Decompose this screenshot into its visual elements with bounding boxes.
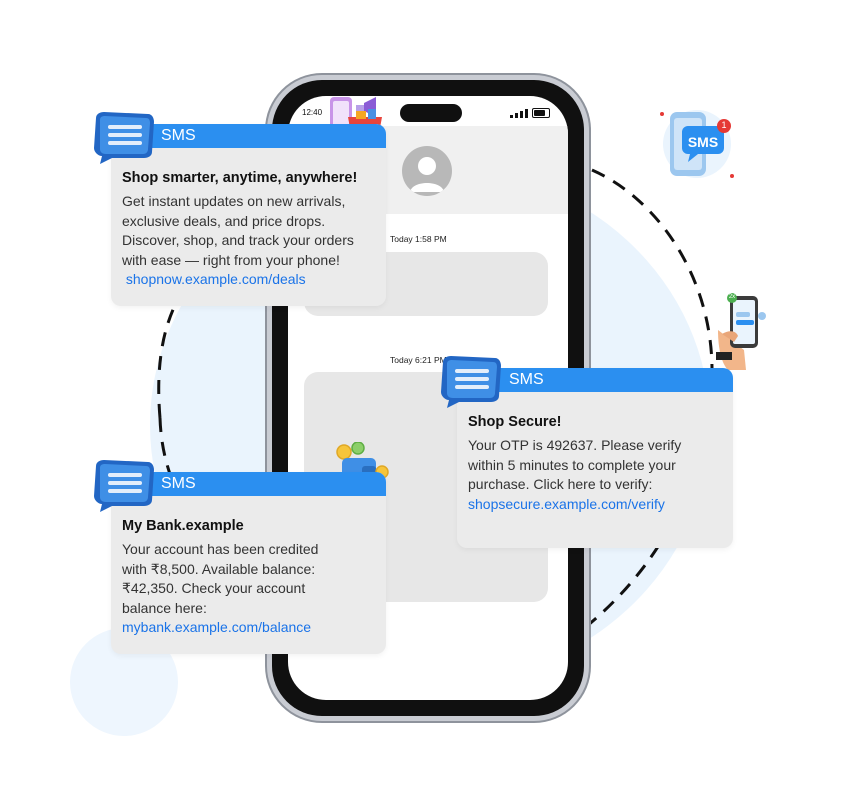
- sms-card-line: with ease — right from your phone!: [122, 251, 340, 268]
- sms-card-link[interactable]: mybank.example.com/balance: [122, 618, 378, 638]
- sms-card-line: Discover, shop, and track your orders: [122, 232, 354, 248]
- notification-count: 1: [721, 120, 727, 130]
- sms-card-line: Your OTP is 492637. Please verify: [468, 437, 682, 453]
- sms-card-title: My Bank.example: [122, 518, 244, 534]
- sms-card-link[interactable]: shopnow.example.com/deals: [122, 270, 378, 290]
- status-time: 12:40: [302, 108, 323, 117]
- sms-notification-badge: SMS 1: [660, 108, 734, 180]
- hand-holding-phone: 2x: [712, 290, 768, 370]
- sms-card-line: Your account has been credited: [122, 541, 319, 557]
- sms-card-line: Get instant updates on new arrivals,: [122, 193, 346, 209]
- sms-card-line: purchase. Click here to verify:: [468, 476, 653, 492]
- sms-card-line: with ₹8,500. Available balance:: [122, 560, 316, 577]
- sms-card-link[interactable]: shopsecure.example.com/verify: [468, 495, 725, 515]
- battery-icon: [532, 108, 550, 118]
- chat-bubble-icon: [94, 112, 154, 164]
- sms-card-line: ₹42,350. Check your account: [122, 580, 306, 596]
- user-silhouette-icon: [410, 157, 444, 192]
- sms-card-title: Shop Secure!: [468, 414, 562, 430]
- chat-bubble-icon: [441, 356, 501, 408]
- sms-card-line: balance here:: [122, 599, 207, 616]
- message-timestamp: Today 1:58 PM: [390, 234, 447, 244]
- sms-card-line: within 5 minutes to complete your: [468, 456, 676, 473]
- avatar: [402, 146, 452, 196]
- sms-card-line: exclusive deals, and price drops.: [122, 212, 326, 229]
- phone-notch: [400, 104, 462, 122]
- sms-card-title: Shop smarter, anytime, anywhere!: [122, 170, 358, 186]
- chat-bubble-icon: [94, 460, 154, 512]
- hand-phone-icon: [716, 293, 766, 370]
- signal-icon: [510, 109, 528, 118]
- sms-badge-label: SMS: [687, 134, 719, 150]
- hand-phone-badge: 2x: [728, 294, 736, 300]
- phone-power-button: [584, 230, 589, 306]
